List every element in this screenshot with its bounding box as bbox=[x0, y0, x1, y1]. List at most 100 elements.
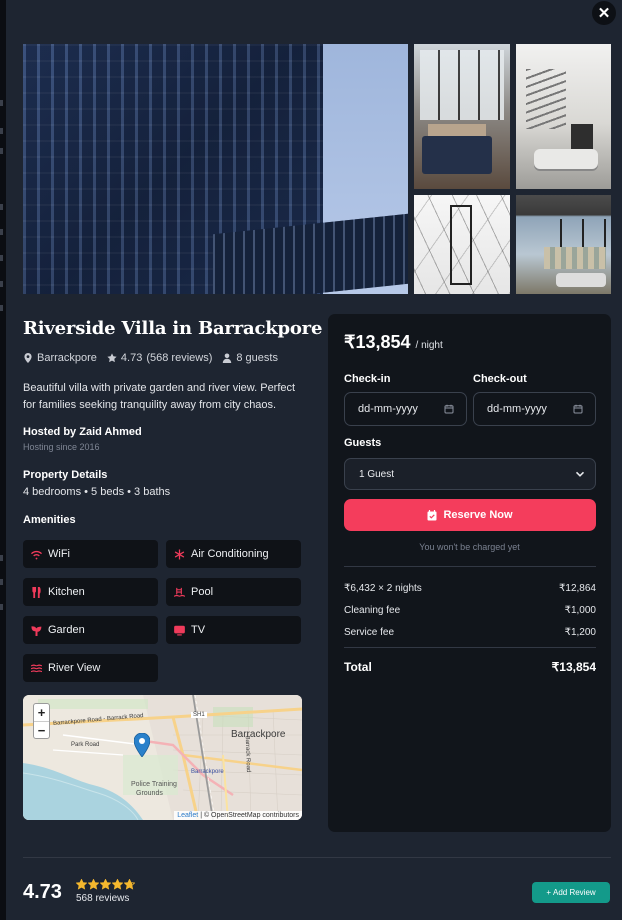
map-label-park-road: Park Road bbox=[71, 742, 100, 748]
utensils-icon bbox=[32, 586, 41, 598]
divider bbox=[344, 647, 596, 648]
host-since: Hosting since 2016 bbox=[23, 442, 100, 452]
guests-label: Guests bbox=[344, 437, 382, 449]
city-view-photo[interactable] bbox=[516, 195, 611, 294]
rating-star-icon bbox=[124, 879, 135, 890]
amenity-label: Pool bbox=[191, 586, 214, 598]
wifi-icon bbox=[31, 550, 42, 559]
star-icon bbox=[107, 353, 117, 363]
zoom-in-button[interactable]: + bbox=[34, 704, 49, 721]
property-details-heading: Property Details bbox=[23, 469, 108, 481]
amenity-kitchen: Kitchen bbox=[23, 578, 158, 606]
bathroom-photo[interactable] bbox=[414, 195, 510, 294]
chevron-down-icon bbox=[575, 471, 585, 477]
photo-gallery bbox=[23, 44, 611, 294]
map-tiles bbox=[23, 695, 302, 820]
guest-capacity: 8 guests bbox=[236, 352, 278, 364]
amenity-label: Air Conditioning bbox=[191, 548, 269, 560]
close-icon: ✕ bbox=[597, 5, 611, 22]
pool-icon bbox=[174, 587, 185, 597]
amenity-label: WiFi bbox=[48, 548, 70, 560]
plus-icon: + bbox=[546, 888, 551, 897]
amenity-label: Kitchen bbox=[48, 586, 85, 598]
map-attribution: Leaflet | © OpenStreetMap contributors bbox=[174, 811, 302, 820]
amenities-heading: Amenities bbox=[23, 514, 76, 526]
divider bbox=[344, 566, 596, 567]
line-value: ₹12,864 bbox=[559, 583, 596, 594]
no-charge-note: You won't be charged yet bbox=[419, 542, 520, 552]
living-room-photo[interactable] bbox=[516, 44, 611, 189]
map-label-town: Barrackpore bbox=[231, 729, 286, 740]
map-label-sh1: SH1 bbox=[191, 712, 207, 718]
checkin-value: dd-mm-yyyy bbox=[358, 403, 418, 415]
rating-star-icon bbox=[76, 879, 87, 890]
add-review-button[interactable]: + Add Review bbox=[532, 882, 610, 903]
map-label-police: Police Training bbox=[131, 781, 177, 788]
listing-description: Beautiful villa with private garden and … bbox=[23, 382, 296, 411]
section-divider bbox=[23, 857, 611, 858]
review-count: 568 reviews bbox=[76, 893, 130, 904]
amenity-label: River View bbox=[48, 662, 101, 674]
map-pin-icon bbox=[24, 353, 32, 363]
amenity-pool: Pool bbox=[166, 578, 301, 606]
checkin-label: Check-in bbox=[344, 373, 391, 385]
rating-stars bbox=[76, 879, 135, 890]
rating-star-icon bbox=[112, 879, 123, 890]
total-value: ₹13,854 bbox=[551, 660, 596, 674]
bedroom-photo[interactable] bbox=[414, 44, 510, 189]
reviews-count: (568 reviews) bbox=[146, 352, 213, 364]
amenity-label: Garden bbox=[48, 624, 85, 636]
leaflet-link[interactable]: Leaflet bbox=[177, 812, 198, 819]
checkout-value: dd-mm-yyyy bbox=[487, 403, 547, 415]
map-label-barrackpore-small: Barrackpore bbox=[191, 769, 224, 775]
rating-value: 4.73 bbox=[120, 352, 143, 364]
line-label: Service fee bbox=[344, 627, 395, 638]
rating-star-icon bbox=[88, 879, 99, 890]
close-button[interactable]: ✕ bbox=[592, 1, 616, 25]
location-text: Barrackpore bbox=[37, 352, 97, 364]
map-label-grounds: Grounds bbox=[136, 790, 163, 797]
reserve-label: Reserve Now bbox=[443, 509, 513, 521]
amenity-label: TV bbox=[191, 624, 206, 636]
amenity-wifi: WiFi bbox=[23, 540, 158, 568]
calendar-icon bbox=[573, 404, 583, 414]
listing-modal: ✕ Riverside Villa in Barrackpore Barrack… bbox=[6, 0, 622, 920]
calendar-icon bbox=[444, 404, 454, 414]
user-icon bbox=[223, 353, 232, 363]
price-total: Total ₹13,854 bbox=[344, 660, 596, 674]
amenity-river-view: River View bbox=[23, 654, 158, 682]
guests-select[interactable]: 1 Guest bbox=[344, 458, 596, 490]
amenity-air-conditioning: Air Conditioning bbox=[166, 540, 301, 568]
overall-rating: 4.73 bbox=[23, 881, 62, 903]
price-line-cleaning: Cleaning fee ₹1,000 bbox=[344, 605, 596, 616]
map-marker-icon[interactable] bbox=[134, 733, 150, 757]
price-line-nights: ₹6,432 × 2 nights ₹12,864 bbox=[344, 583, 596, 594]
checkout-input[interactable]: dd-mm-yyyy bbox=[473, 392, 596, 426]
rating-star-icon bbox=[100, 879, 111, 890]
snowflake-icon bbox=[174, 548, 185, 560]
water-icon bbox=[31, 663, 42, 672]
amenity-garden: Garden bbox=[23, 616, 158, 644]
reserve-button[interactable]: Reserve Now bbox=[344, 499, 596, 531]
price-amount: ₹13,854 bbox=[344, 332, 411, 352]
property-details-value: 4 bedrooms • 5 beds • 3 baths bbox=[23, 486, 171, 498]
osm-attribution: | © OpenStreetMap contributors bbox=[200, 812, 299, 819]
guests-value: 1 Guest bbox=[359, 468, 395, 480]
map-label-barrack-road: Barrack Road bbox=[243, 735, 251, 773]
checkout-label: Check-out bbox=[473, 373, 527, 385]
price-line-service: Service fee ₹1,200 bbox=[344, 627, 596, 638]
map-zoom-control: + − bbox=[33, 703, 50, 739]
host-name: Hosted by Zaid Ahmed bbox=[23, 426, 142, 438]
total-label: Total bbox=[344, 660, 372, 674]
zoom-out-button[interactable]: − bbox=[34, 721, 49, 738]
location-map[interactable]: + − Barrackpore Road - Barrack Road SH1 … bbox=[23, 695, 302, 820]
listing-meta: Barrackpore 4.73 (568 reviews) 8 guests bbox=[23, 352, 278, 364]
main-photo[interactable] bbox=[23, 44, 408, 294]
line-label: Cleaning fee bbox=[344, 605, 401, 616]
seedling-icon bbox=[31, 625, 42, 636]
calendar-check-icon bbox=[427, 509, 437, 520]
line-value: ₹1,200 bbox=[564, 627, 596, 638]
line-label: ₹6,432 × 2 nights bbox=[344, 583, 422, 594]
checkin-input[interactable]: dd-mm-yyyy bbox=[344, 392, 467, 426]
price-unit: / night bbox=[415, 340, 443, 351]
